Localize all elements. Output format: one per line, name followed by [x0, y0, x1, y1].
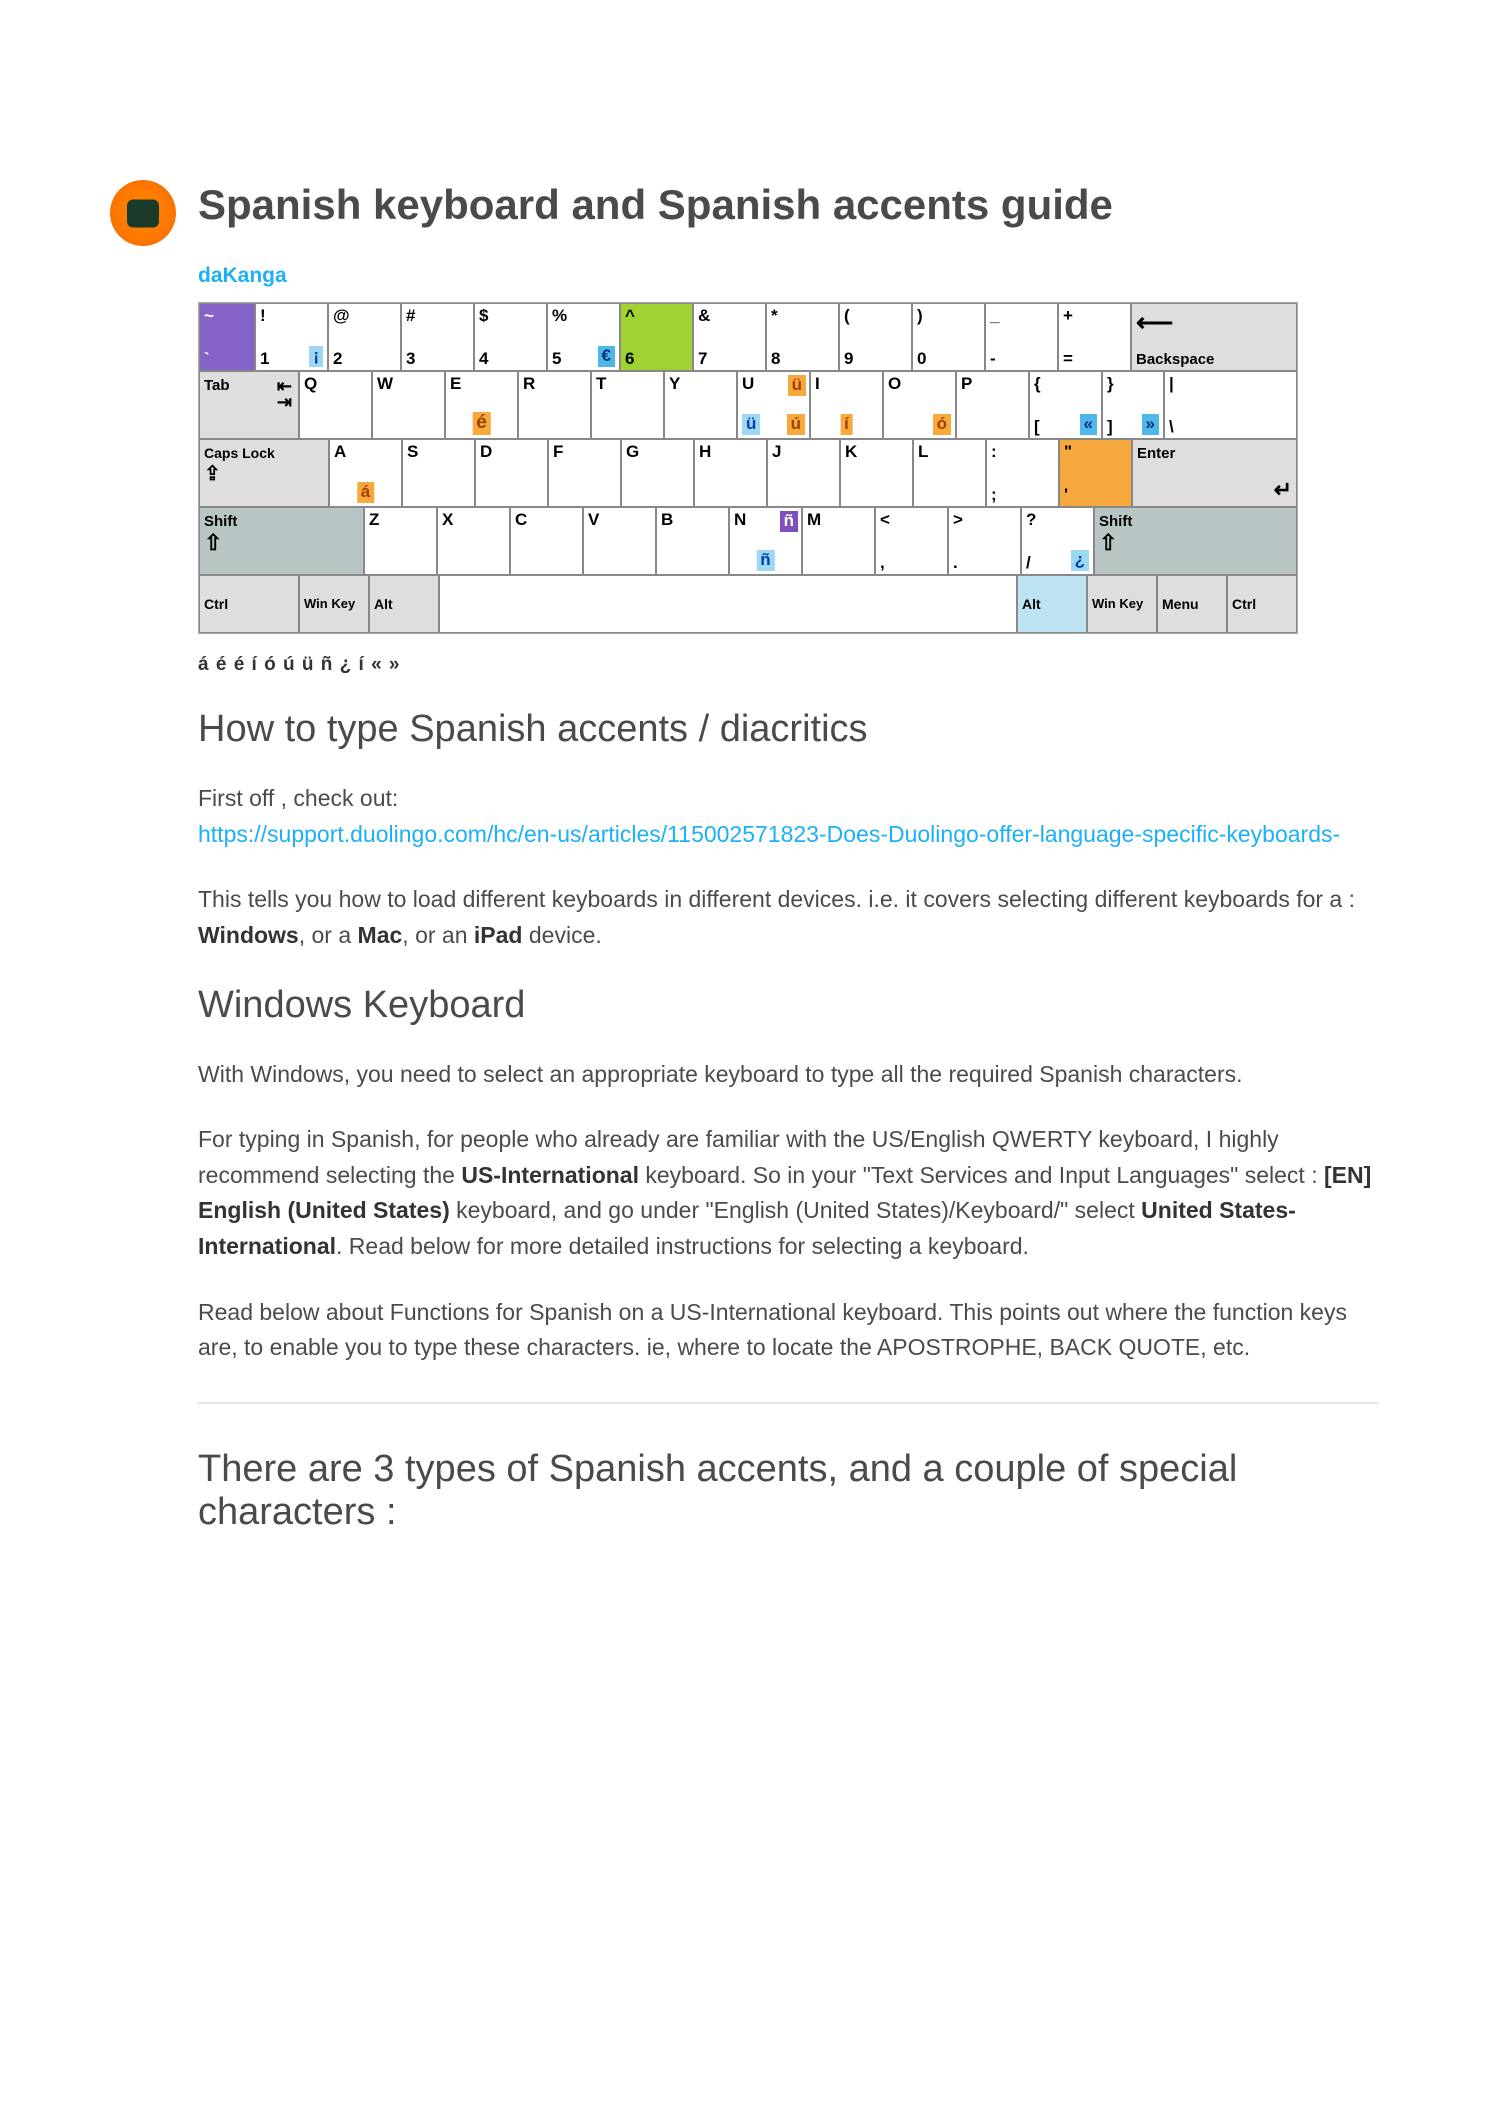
badge-n-tilde-top: ñ	[780, 511, 798, 532]
key-9: (9	[839, 303, 912, 371]
key-t: T	[591, 371, 664, 439]
duolingo-support-link[interactable]: https://support.duolingo.com/hc/en-us/ar…	[198, 821, 1340, 847]
key-ctrl-left: Ctrl	[199, 575, 299, 633]
accent-characters-list: á é é í ó ú ü ñ ¿ í « »	[198, 654, 1380, 676]
key-caps-lock: Caps Lock ⇪	[199, 439, 329, 507]
key-quote: "'	[1059, 439, 1132, 507]
paragraph-first-off: First off , check out: https://support.d…	[198, 781, 1378, 852]
key-menu: Menu	[1157, 575, 1227, 633]
key-j: J	[767, 439, 840, 507]
author-link[interactable]: daKanga	[198, 264, 1380, 288]
key-enter: Enter ↵	[1132, 439, 1297, 507]
shift-arrow-icon: ⇧	[1099, 530, 1292, 556]
key-y: Y	[664, 371, 737, 439]
key-slash: ?/ ¿	[1021, 507, 1094, 575]
key-shift-right: Shift ⇧	[1094, 507, 1297, 575]
tab-arrow-icon: ⇤⇥	[277, 378, 292, 410]
key-c: C	[510, 507, 583, 575]
key-x: X	[437, 507, 510, 575]
key-d: D	[475, 439, 548, 507]
key-g: G	[621, 439, 694, 507]
key-o: O ó	[883, 371, 956, 439]
key-8: *8	[766, 303, 839, 371]
paragraph-windows-select: With Windows, you need to select an appr…	[198, 1057, 1378, 1093]
key-u: U ü ü ú	[737, 371, 810, 439]
badge-o-acute: ó	[933, 414, 951, 435]
backspace-arrow-icon: ⟵	[1136, 307, 1292, 338]
key-space	[439, 575, 1017, 633]
key-minus: _-	[985, 303, 1058, 371]
badge-inverted-exclamation: ¡	[309, 346, 323, 367]
key-z: Z	[364, 507, 437, 575]
badge-left-guillemet: «	[1080, 414, 1097, 435]
key-r: R	[518, 371, 591, 439]
badge-u-acute: ú	[787, 414, 805, 435]
heading-three-types: There are 3 types of Spanish accents, an…	[198, 1448, 1378, 1534]
key-equals: +=	[1058, 303, 1131, 371]
heading-windows-keyboard: Windows Keyboard	[198, 984, 1378, 1027]
key-backspace: ⟵ Backspace	[1131, 303, 1297, 371]
key-alt-right: Alt	[1017, 575, 1087, 633]
key-h: H	[694, 439, 767, 507]
badge-i-acute: í	[840, 414, 853, 435]
key-backslash: |\	[1164, 371, 1297, 439]
key-5: %5 €	[547, 303, 620, 371]
key-4: $4	[474, 303, 547, 371]
key-a: A á	[329, 439, 402, 507]
key-ctrl-right: Ctrl	[1227, 575, 1297, 633]
keyboard-diagram: ~ ` ! 1 ¡ @2 #3 $4 %5 € ^6 &7 *8 (9 )0 _…	[198, 302, 1380, 634]
badge-u-diaeresis-top: ü	[788, 375, 806, 396]
key-period: >.	[948, 507, 1021, 575]
badge-right-guillemet: »	[1142, 414, 1159, 435]
key-7: &7	[693, 303, 766, 371]
page-header: Spanish keyboard and Spanish accents gui…	[110, 180, 1380, 246]
key-alt-left: Alt	[369, 575, 439, 633]
key-0: )0	[912, 303, 985, 371]
badge-e-acute: é	[472, 412, 491, 435]
badge-u-diaeresis: ü	[742, 414, 760, 435]
key-i: I í	[810, 371, 883, 439]
section-divider	[198, 1402, 1378, 1404]
key-s: S	[402, 439, 475, 507]
badge-euro: €	[598, 346, 615, 367]
enter-arrow-icon: ↵	[1137, 477, 1292, 503]
key-p: P	[956, 371, 1029, 439]
badge-a-acute: á	[357, 482, 374, 503]
key-n: N ñ ñ	[729, 507, 802, 575]
key-3: #3	[401, 303, 474, 371]
key-m: M	[802, 507, 875, 575]
key-e: E é	[445, 371, 518, 439]
paragraph-functions: Read below about Functions for Spanish o…	[198, 1295, 1378, 1366]
key-left-bracket: {[ «	[1029, 371, 1102, 439]
key-v: V	[583, 507, 656, 575]
author-avatar[interactable]	[110, 180, 176, 246]
heading-how-to-type: How to type Spanish accents / diacritics	[198, 708, 1378, 751]
key-w: W	[372, 371, 445, 439]
key-1: ! 1 ¡	[255, 303, 328, 371]
page-title: Spanish keyboard and Spanish accents gui…	[198, 180, 1113, 230]
paragraph-devices: This tells you how to load different key…	[198, 882, 1378, 953]
key-2: @2	[328, 303, 401, 371]
badge-n-tilde: ñ	[756, 550, 774, 571]
key-6: ^6	[620, 303, 693, 371]
caps-lock-icon: ⇪	[204, 461, 324, 486]
key-comma: <,	[875, 507, 948, 575]
key-tab: Tab ⇤⇥	[199, 371, 299, 439]
key-win-right: Win Key	[1087, 575, 1157, 633]
key-q: Q	[299, 371, 372, 439]
key-shift-left: Shift ⇧	[199, 507, 364, 575]
key-f: F	[548, 439, 621, 507]
key-backtick: ~ `	[199, 303, 255, 371]
badge-inverted-question: ¿	[1071, 550, 1089, 571]
key-k: K	[840, 439, 913, 507]
key-win-left: Win Key	[299, 575, 369, 633]
paragraph-us-international: For typing in Spanish, for people who al…	[198, 1122, 1378, 1265]
shift-arrow-icon: ⇧	[204, 530, 359, 556]
key-semicolon: :;	[986, 439, 1059, 507]
key-right-bracket: }] »	[1102, 371, 1164, 439]
key-b: B	[656, 507, 729, 575]
key-l: L	[913, 439, 986, 507]
